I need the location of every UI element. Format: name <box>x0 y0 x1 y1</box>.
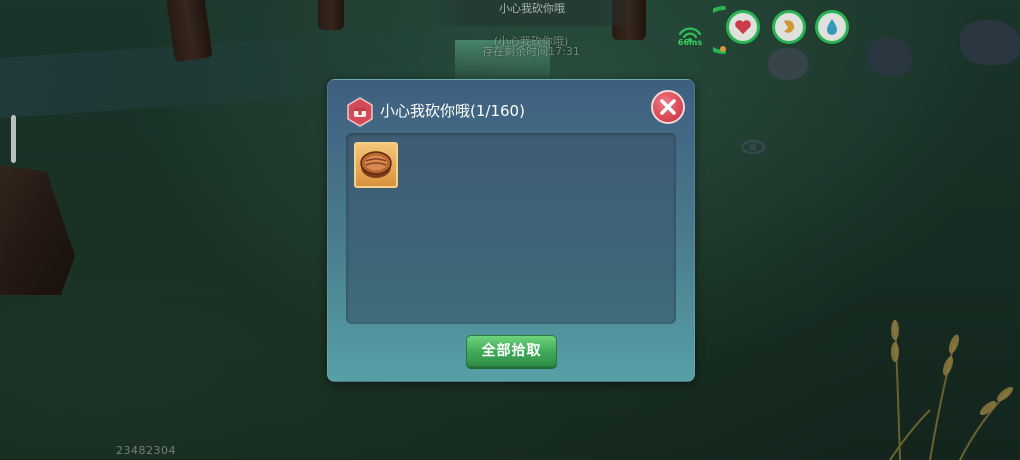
collect-all-button[interactable]: 全部拾取 <box>466 335 557 367</box>
close-button[interactable] <box>651 90 685 124</box>
dialog-header: 小心我砍你哦(1/160) <box>328 80 694 134</box>
close-icon <box>660 99 676 115</box>
item-slot[interactable] <box>354 142 398 188</box>
item-grid <box>346 133 676 324</box>
round-wooden-item-icon <box>360 151 392 178</box>
chest-icon <box>347 97 373 127</box>
loot-dialog: 小心我砍你哦(1/160) 全部拾取 <box>327 79 695 382</box>
dialog-title: 小心我砍你哦(1/160) <box>380 102 525 120</box>
